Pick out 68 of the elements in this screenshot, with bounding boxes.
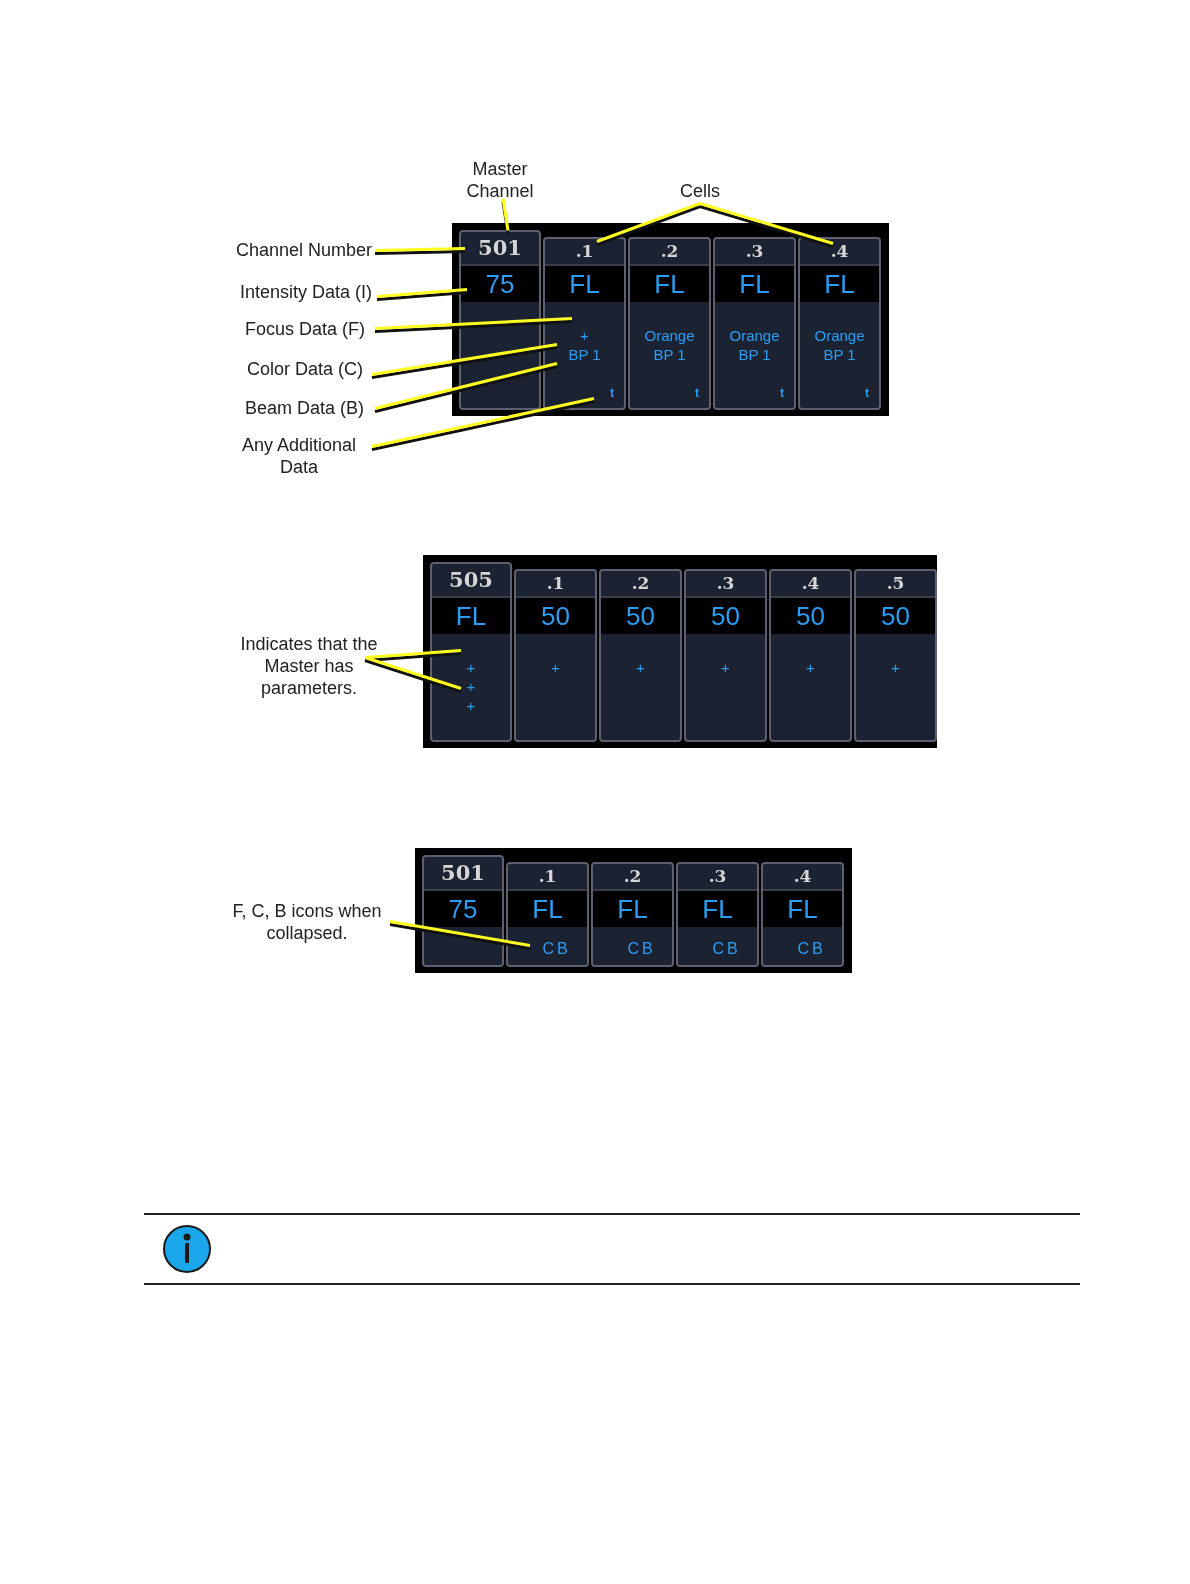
intensity-value: 50 (796, 599, 825, 633)
parameter-text: Orange (644, 326, 695, 345)
intensity-value: FL (702, 892, 733, 926)
channel-number: .4 (801, 571, 820, 595)
intensity-value: FL (787, 892, 818, 926)
intensity-value: 50 (711, 599, 740, 633)
parameter-text: + (721, 658, 730, 677)
callout-label: F, C, B icons when collapsed. (232, 900, 382, 944)
intensity-value: 50 (626, 599, 655, 633)
parameter-marker: t (695, 385, 699, 402)
callout-label: Beam Data (B) (244, 397, 364, 419)
intensity-value: 75 (448, 892, 478, 926)
intensity-value: FL (455, 599, 487, 633)
callout-label: Channel Number (235, 239, 372, 261)
parameter-text: + (551, 658, 560, 677)
channel-number: .4 (793, 864, 812, 888)
parameter-text: CB (626, 939, 656, 959)
parameter-text: Orange (729, 326, 780, 345)
parameter-text: CB (541, 939, 571, 959)
channel-number: .4 (830, 239, 849, 263)
intensity-value: FL (617, 892, 648, 926)
channel-number: .3 (716, 571, 735, 595)
parameter-text: BP 1 (568, 345, 601, 364)
channel-number: 505 (449, 566, 493, 595)
parameter-marker: t (780, 385, 784, 402)
parameter-marker: t (865, 385, 869, 402)
channel-number: 501 (441, 859, 485, 888)
parameter-text: CB (796, 939, 826, 959)
parameter-text: + (466, 677, 476, 696)
parameter-text: CB (711, 939, 741, 959)
intensity-value: FL (569, 267, 600, 301)
parameter-text: BP 1 (653, 345, 686, 364)
channel-number: .3 (708, 864, 727, 888)
parameter-text: + (891, 658, 900, 677)
leader-line (501, 198, 510, 234)
intensity-value: 50 (541, 599, 570, 633)
channel-number: .1 (546, 571, 565, 595)
channel-number: .3 (745, 239, 764, 263)
channel-number: .2 (623, 864, 642, 888)
callout-label: Master Channel (465, 158, 535, 202)
intensity-value: FL (532, 892, 563, 926)
parameter-text: + (636, 658, 645, 677)
intensity-value: 75 (485, 267, 515, 301)
callout-label: Focus Data (F) (244, 318, 365, 340)
parameter-text: + (466, 696, 476, 715)
channel-number: .2 (631, 571, 650, 595)
parameter-text: + (806, 658, 815, 677)
parameter-text: BP 1 (823, 345, 856, 364)
parameter-text: Orange (814, 326, 865, 345)
callout-label: Cells (679, 180, 721, 202)
callout-label: Indicates that the Master has parameters. (239, 633, 379, 699)
channel-number: .5 (886, 571, 905, 595)
callout-label: Color Data (C) (246, 358, 363, 380)
intensity-value: FL (824, 267, 855, 301)
parameter-text: + (580, 326, 589, 345)
callout-label: Intensity Data (I) (239, 281, 372, 303)
parameter-text: BP 1 (738, 345, 771, 364)
channel-number: .1 (538, 864, 557, 888)
channel-number: 501 (478, 234, 522, 263)
intensity-value: FL (654, 267, 685, 301)
callout-label: Any Additional Data (240, 434, 358, 478)
parameter-text: + (466, 658, 476, 677)
intensity-value: FL (739, 267, 770, 301)
channel-number: .2 (660, 239, 679, 263)
intensity-value: 50 (881, 599, 910, 633)
info-icon (162, 1224, 212, 1274)
parameter-marker: t (610, 385, 614, 402)
channel-number: .1 (575, 239, 594, 263)
